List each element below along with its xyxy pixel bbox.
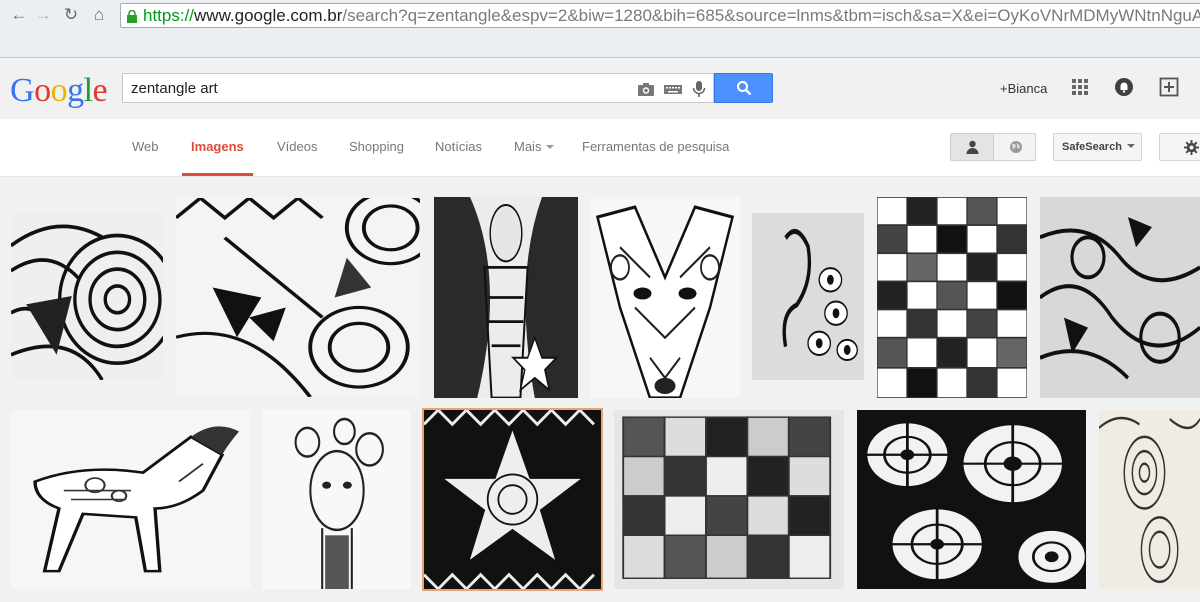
keyboard-icon[interactable] xyxy=(663,80,683,98)
tab-shopping[interactable]: Shopping xyxy=(349,139,404,154)
user-profile-link[interactable]: +Bianca xyxy=(1000,81,1047,96)
chevron-down-icon xyxy=(546,145,555,149)
search-box xyxy=(122,73,714,103)
tab-news[interactable]: Notícias xyxy=(435,139,482,154)
google-logo[interactable]: Google xyxy=(10,72,108,110)
lock-icon xyxy=(127,10,137,23)
camera-icon[interactable] xyxy=(637,80,655,98)
results-toggle xyxy=(950,133,1036,161)
image-result[interactable] xyxy=(434,197,578,398)
image-result[interactable] xyxy=(11,410,251,589)
tab-images[interactable]: Imagens xyxy=(191,139,244,154)
image-result[interactable] xyxy=(176,198,420,397)
globe-icon xyxy=(1010,141,1022,153)
safesearch-label: SafeSearch xyxy=(1062,141,1122,153)
person-icon xyxy=(966,140,979,154)
reload-icon[interactable]: ↻ xyxy=(60,4,82,26)
image-result[interactable] xyxy=(590,197,740,398)
forward-arrow-icon[interactable]: → xyxy=(32,4,54,26)
active-tab-indicator xyxy=(182,173,253,176)
search-icon xyxy=(737,81,752,96)
safesearch-button[interactable]: SafeSearch xyxy=(1053,133,1142,161)
settings-button[interactable] xyxy=(1159,133,1200,161)
image-result[interactable] xyxy=(1040,197,1200,398)
address-bar[interactable]: https://www.google.com.br/search?q=zenta… xyxy=(120,3,1200,28)
search-tools-button[interactable]: Ferramentas de pesquisa xyxy=(582,139,729,154)
back-arrow-icon[interactable]: ← xyxy=(8,4,30,26)
image-result[interactable] xyxy=(1099,410,1200,589)
home-icon[interactable]: ⌂ xyxy=(88,4,110,26)
google-header: Google +Bianca xyxy=(0,58,1200,119)
tab-more-label: Mais xyxy=(514,139,542,154)
image-result[interactable] xyxy=(877,197,1027,398)
image-result[interactable] xyxy=(11,212,163,380)
personal-results-button[interactable] xyxy=(951,134,994,160)
microphone-icon[interactable] xyxy=(690,80,708,98)
chevron-down-icon xyxy=(1126,144,1135,148)
image-result[interactable] xyxy=(752,213,864,380)
url-host: www.google.com.br xyxy=(194,6,343,25)
browser-toolbar: ← → ↻ ⌂ https://www.google.com.br/search… xyxy=(0,0,1200,58)
tab-more[interactable]: Mais xyxy=(514,139,555,154)
search-button[interactable] xyxy=(714,73,773,103)
tab-web[interactable]: Web xyxy=(132,139,159,154)
image-result[interactable] xyxy=(263,410,411,589)
url-path: /search?q=zentangle&espv=2&biw=1280&bih=… xyxy=(342,6,1200,25)
global-results-button[interactable] xyxy=(995,134,1036,160)
gear-icon xyxy=(1184,140,1199,155)
share-plus-icon[interactable] xyxy=(1159,77,1179,97)
image-result[interactable] xyxy=(614,410,844,589)
url-scheme: https:// xyxy=(143,6,195,25)
image-result[interactable] xyxy=(857,410,1086,589)
search-input[interactable] xyxy=(131,74,621,102)
search-tabs-bar: Web Imagens Vídeos Shopping Notícias Mai… xyxy=(0,119,1200,177)
notifications-icon[interactable] xyxy=(1114,77,1134,97)
tab-videos[interactable]: Vídeos xyxy=(277,139,317,154)
image-result[interactable] xyxy=(422,408,603,591)
apps-grid-icon[interactable] xyxy=(1070,77,1090,97)
